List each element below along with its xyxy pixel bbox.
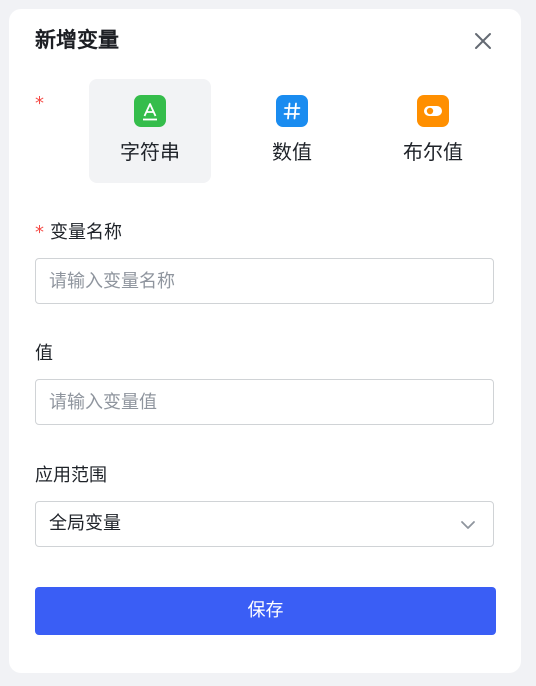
type-option-label: 数值 bbox=[272, 140, 312, 164]
hash-icon bbox=[276, 95, 308, 127]
type-required-mark: * bbox=[35, 93, 44, 114]
chevron-down-icon bbox=[461, 521, 475, 529]
type-option-label: 布尔值 bbox=[403, 140, 463, 164]
text-type-icon bbox=[134, 95, 166, 127]
type-option-label: 字符串 bbox=[120, 140, 180, 164]
type-option-number[interactable]: 数值 bbox=[231, 79, 353, 183]
variable-value-field[interactable] bbox=[35, 379, 494, 425]
scope-label: 应用范围 bbox=[35, 465, 107, 486]
variable-name-label: * 变量名称 bbox=[35, 220, 122, 246]
scope-select[interactable]: 全局变量 bbox=[35, 501, 494, 547]
toggle-icon bbox=[417, 95, 449, 127]
save-button[interactable]: 保存 bbox=[35, 587, 496, 635]
type-option-string[interactable]: 字符串 bbox=[89, 79, 211, 183]
scope-selected-value: 全局变量 bbox=[49, 513, 121, 534]
variable-name-input[interactable] bbox=[36, 259, 493, 303]
close-button[interactable] bbox=[471, 29, 495, 53]
variable-name-field[interactable] bbox=[35, 258, 494, 304]
variable-value-label: 值 bbox=[35, 343, 53, 364]
type-option-boolean[interactable]: 布尔值 bbox=[372, 79, 494, 183]
variable-name-label-text: 变量名称 bbox=[50, 222, 122, 243]
required-mark: * bbox=[35, 222, 44, 243]
dialog-title: 新增变量 bbox=[35, 28, 119, 52]
add-variable-dialog: 新增变量 * 字符串 数值 布尔值 * 变量名称 请输入变量名称 值 请输入变量… bbox=[9, 9, 521, 673]
variable-value-input[interactable] bbox=[36, 380, 493, 424]
close-icon bbox=[475, 33, 491, 49]
